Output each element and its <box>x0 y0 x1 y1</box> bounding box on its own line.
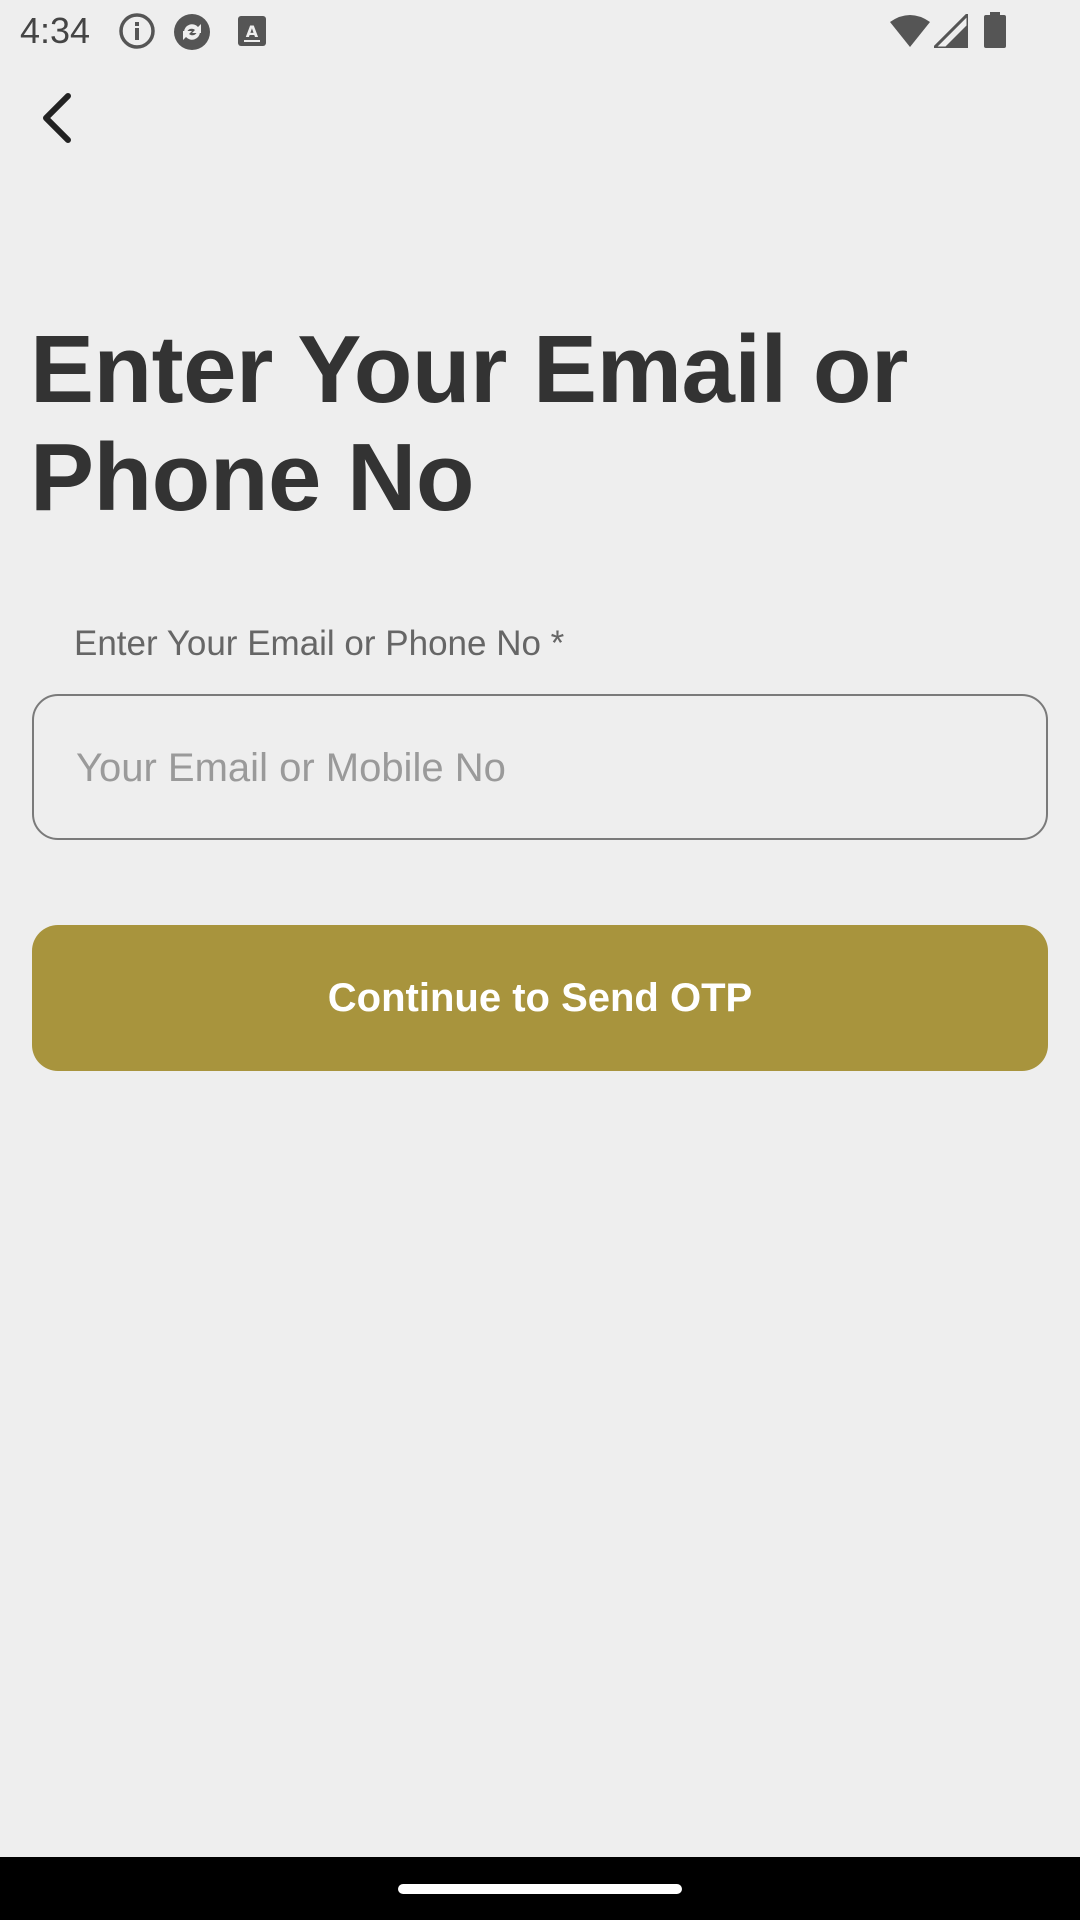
status-time: 4:34 <box>20 10 91 51</box>
email-phone-input-container <box>32 694 1048 840</box>
back-button[interactable] <box>20 82 96 158</box>
continue-send-otp-button[interactable]: Continue to Send OTP <box>32 925 1048 1071</box>
email-phone-input[interactable] <box>74 696 1008 840</box>
home-gesture-handle[interactable] <box>398 1884 682 1894</box>
battery-icon <box>984 12 1006 53</box>
page-title: Enter Your Email or Phone No <box>30 316 908 531</box>
email-phone-field-label: Enter Your Email or Phone No * <box>74 624 565 663</box>
keyboard-a-icon: A <box>238 16 266 51</box>
info-icon <box>118 12 156 55</box>
status-bar: 4:34 A <box>0 0 1080 62</box>
chevron-left-icon <box>38 92 78 149</box>
system-navigation-bar <box>0 1857 1080 1920</box>
cellular-signal-icon <box>930 10 970 53</box>
wifi-icon <box>890 14 930 53</box>
screen: 4:34 A Enter Your Email or Phone No Ente… <box>0 0 1080 1920</box>
sync-app-icon <box>172 12 212 57</box>
svg-text:A: A <box>246 22 259 41</box>
